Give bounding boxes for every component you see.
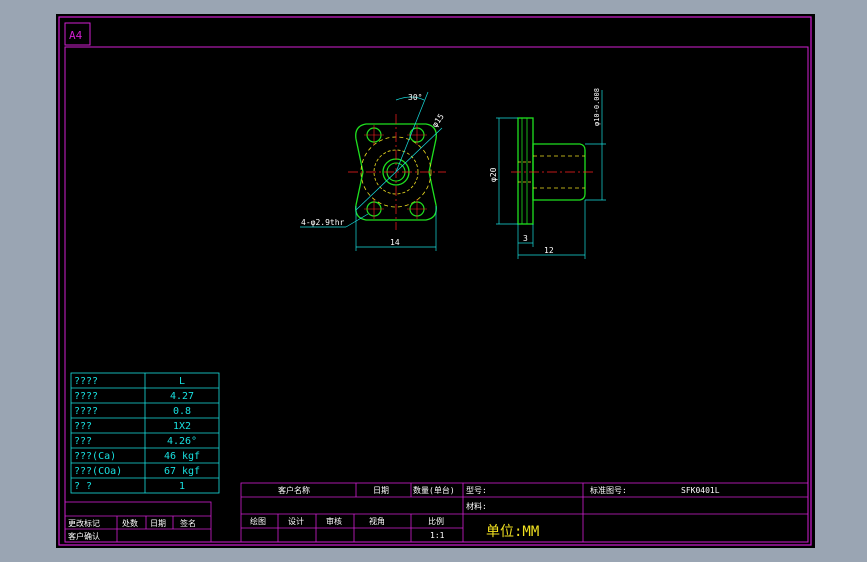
tb-drawing-no: SFK0401L — [681, 486, 720, 495]
tb-checker: 设计 — [288, 516, 304, 526]
size-label: A4 — [69, 29, 83, 42]
spec-value: 67 kgf — [164, 466, 200, 477]
spec-label: ???(Ca) — [74, 451, 116, 462]
length-dim: 12 — [544, 246, 554, 255]
spec-label: ? ? — [74, 481, 92, 492]
tb-standard-no: 标准图号: — [590, 485, 627, 495]
spec-table: ???? L???? 4.27???? 0.8??? 1X2??? 4.26° ???(Ca… — [70, 372, 220, 494]
spec-label: ???? — [74, 406, 98, 417]
tb-quantity: 数量(单台) — [413, 485, 455, 495]
tb-material: 材料: — [466, 501, 487, 511]
customer-confirm: 客户确认 — [68, 531, 100, 541]
spec-value: 4.26° — [167, 436, 197, 447]
tb-approver: 审核 — [326, 516, 342, 526]
side-body — [532, 143, 586, 201]
tb-date: 日期 — [373, 486, 389, 495]
spec-label: ??? — [74, 436, 92, 447]
tb-scale: 比例 — [428, 516, 444, 526]
hole-note: 4-φ2.9thr — [301, 218, 345, 227]
rev-header-mark: 更改标记 — [68, 518, 100, 528]
spec-label: ???? — [74, 391, 98, 402]
rev-header-sign: 签名 — [180, 518, 196, 528]
drawing-canvas[interactable]: A4 30° φ15 4-φ2.9thr 14 φ20 φ10-0.008 3 … — [56, 14, 815, 548]
rev-header-date: 日期 — [150, 519, 166, 528]
hole-leader — [345, 213, 369, 228]
spec-value: L — [179, 376, 185, 387]
flange-thk-dim: 3 — [523, 234, 528, 243]
tb-viewing: 视角 — [369, 516, 385, 526]
side-flange — [517, 117, 534, 225]
spec-label: ??? — [74, 421, 92, 432]
tb-customer-name: 客户名称 — [278, 485, 310, 495]
spec-value: 4.27 — [170, 391, 194, 402]
rev-header-count: 处数 — [122, 518, 138, 528]
spec-value: 46 kgf — [164, 451, 200, 462]
tb-scale-value: 1:1 — [430, 531, 445, 540]
bore-dia-dim: φ10-0.008 — [593, 88, 601, 126]
side-view[interactable]: φ20 φ10-0.008 3 12 — [489, 88, 606, 259]
width-dim: 14 — [390, 238, 400, 247]
angle-dim: 30° — [408, 93, 422, 102]
dia-dim: φ15 — [430, 112, 446, 129]
spec-label: ???(COa) — [74, 466, 122, 477]
spec-value: 0.8 — [173, 406, 191, 417]
front-view[interactable]: 30° φ15 4-φ2.9thr 14 — [300, 91, 446, 251]
tb-model: 型号: — [466, 486, 487, 495]
tb-unit: 单位:MM — [486, 524, 539, 540]
spec-value: 1X2 — [173, 421, 191, 432]
spec-label: ???? — [74, 376, 98, 387]
tb-drafter: 绘图 — [250, 516, 266, 526]
flange-dia-dim: φ20 — [489, 167, 498, 182]
spec-value: 1 — [179, 481, 185, 492]
